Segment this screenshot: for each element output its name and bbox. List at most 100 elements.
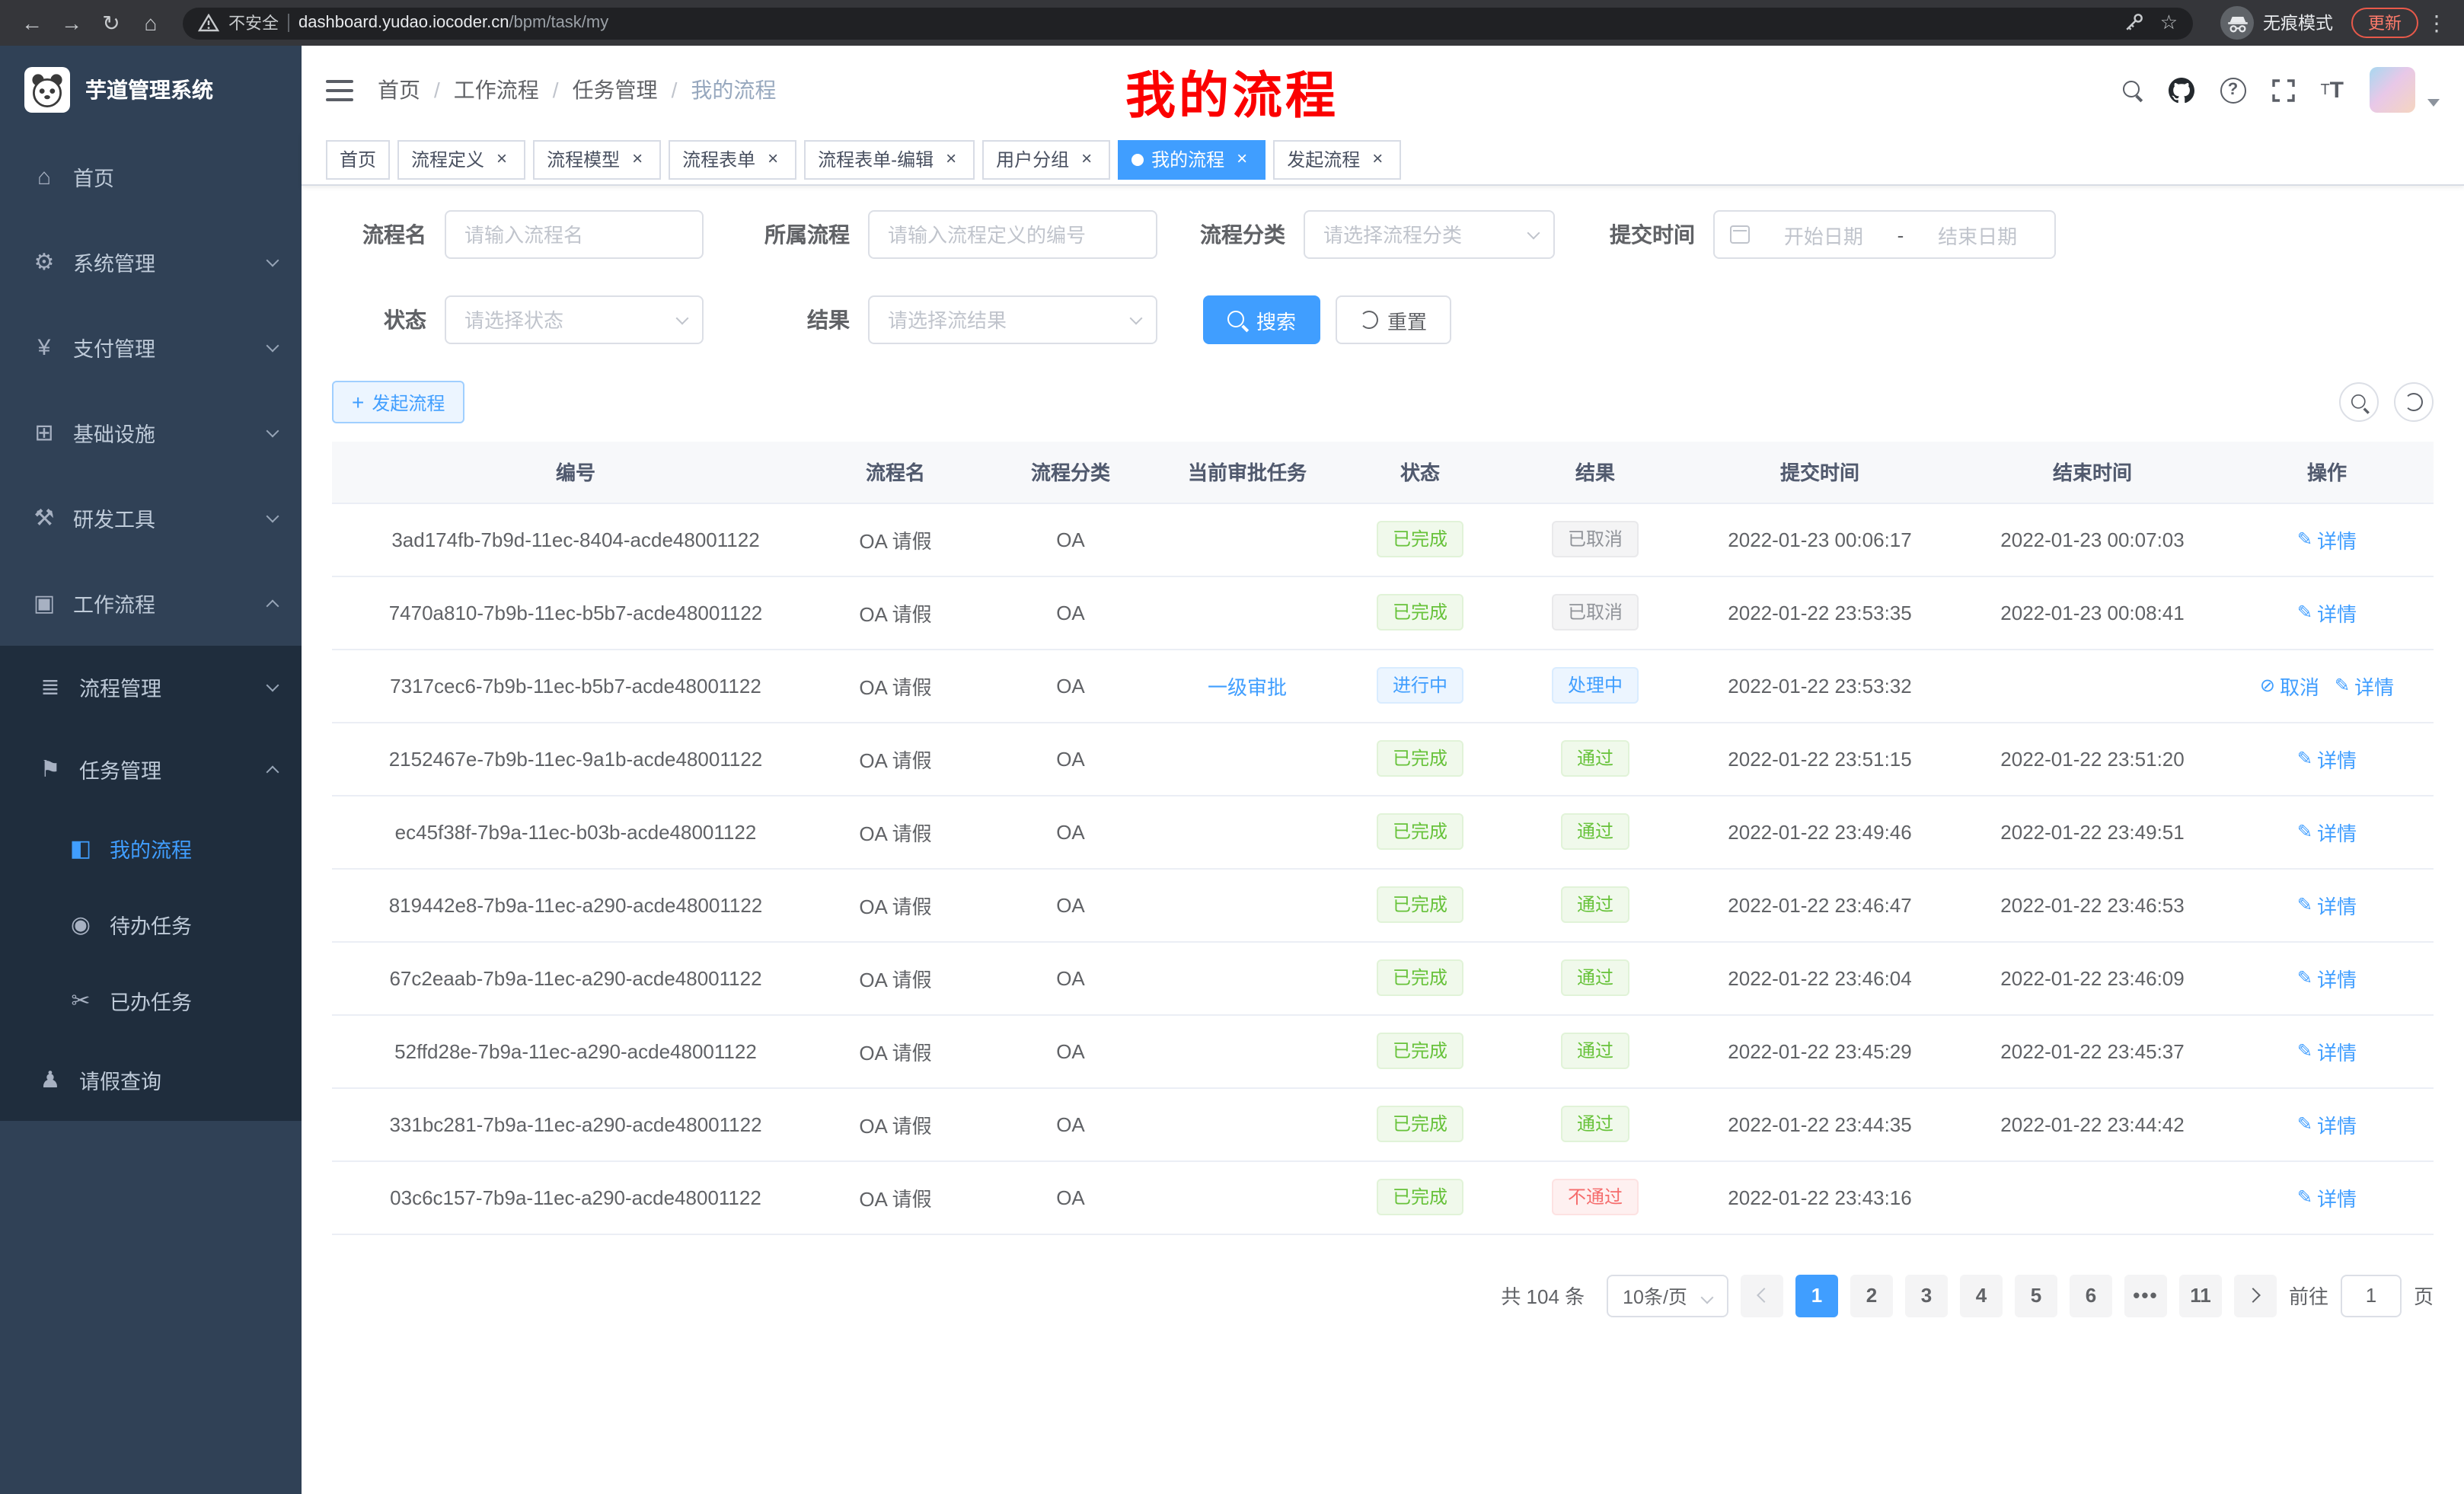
caret-down-icon[interactable] <box>2427 98 2440 106</box>
detail-button[interactable]: ✎详情 <box>2297 598 2357 627</box>
status-select-input[interactable] <box>445 295 704 344</box>
process-definition-input[interactable] <box>868 210 1157 259</box>
pagination-page-button[interactable]: 1 <box>1795 1274 1838 1317</box>
submit-time-range-picker[interactable]: 开始日期 - 结束日期 <box>1713 210 2056 259</box>
detail-button[interactable]: ✎详情 <box>2297 963 2357 992</box>
sidebar-item-done-task[interactable]: ✂已办任务 <box>0 962 302 1039</box>
detail-button[interactable]: ✎详情 <box>2297 1183 2357 1211</box>
pagination-page-button[interactable]: 6 <box>2070 1274 2112 1317</box>
tab-item[interactable]: 流程表单× <box>669 139 796 179</box>
pagination-page-button[interactable]: 5 <box>2015 1274 2057 1317</box>
browser-forward-icon[interactable]: → <box>55 6 88 40</box>
filter-result-label: 结果 <box>734 305 850 335</box>
detail-button[interactable]: ✎详情 <box>2297 1109 2357 1138</box>
header-actions: ? TT <box>2122 67 2440 113</box>
refresh-table-icon[interactable] <box>2394 382 2434 422</box>
tab-item[interactable]: 流程表单-编辑× <box>804 139 975 179</box>
password-key-icon[interactable] <box>2124 12 2145 34</box>
category-select-input[interactable] <box>1304 210 1555 259</box>
category-select[interactable] <box>1304 210 1555 259</box>
tab-item[interactable]: 流程模型× <box>533 139 661 179</box>
detail-button[interactable]: ✎详情 <box>2297 1036 2357 1065</box>
process-name-input[interactable] <box>445 210 704 259</box>
cell-actions: ✎详情 <box>2220 941 2434 1014</box>
address-bar[interactable]: 不安全 dashboard.yudao.iocoder.cn/bpm/task/… <box>183 7 2193 39</box>
pagination-page-button[interactable]: 4 <box>1960 1274 2003 1317</box>
sidebar-item-task-manage[interactable]: ⚑任务管理 <box>0 728 302 810</box>
pagination-more-button[interactable]: ••• <box>2124 1274 2167 1317</box>
sidebar-item-my-process[interactable]: ◧我的流程 <box>0 810 302 886</box>
collapse-sidebar-icon[interactable] <box>326 78 353 101</box>
tab-item[interactable]: 我的流程× <box>1118 139 1266 179</box>
sidebar-item-process-manage[interactable]: ≣流程管理 <box>0 646 302 728</box>
cancel-button[interactable]: ⊘取消 <box>2260 671 2319 700</box>
font-size-icon[interactable]: TT <box>2320 77 2344 103</box>
detail-icon: ✎ <box>2297 528 2312 550</box>
github-icon[interactable] <box>2168 77 2194 103</box>
result-select-input[interactable] <box>868 295 1157 344</box>
close-tab-icon[interactable]: × <box>1368 149 1387 169</box>
page-size-select[interactable]: 10条/页 <box>1606 1274 1728 1317</box>
breadcrumb-item[interactable]: 首页 <box>378 75 420 105</box>
browser-menu-icon[interactable]: ⋮ <box>2424 10 2449 36</box>
create-process-button[interactable]: + 发起流程 <box>332 381 464 423</box>
reset-button[interactable]: 重置 <box>1336 295 1451 344</box>
action-label: 详情 <box>2317 817 2357 846</box>
detail-button[interactable]: ✎详情 <box>2297 890 2357 919</box>
browser-reload-icon[interactable]: ↻ <box>94 6 128 40</box>
sidebar-item-todo-task[interactable]: ◉待办任务 <box>0 886 302 962</box>
tab-item[interactable]: 发起流程× <box>1273 139 1401 179</box>
browser-update-button[interactable]: 更新 <box>2351 8 2418 38</box>
tab-item[interactable]: 用户分组× <box>982 139 1110 179</box>
pagination-page-button[interactable]: 2 <box>1850 1274 1893 1317</box>
avatar[interactable] <box>2370 67 2415 113</box>
sidebar-item-home[interactable]: ⌂首页 <box>0 134 302 219</box>
sidebar-item-label: 待办任务 <box>110 909 277 940</box>
sidebar-item-leave-query[interactable]: ♟请假查询 <box>0 1039 302 1121</box>
chevron-down-icon <box>1700 1291 1713 1304</box>
sidebar-item-devtools[interactable]: ⚒研发工具 <box>0 475 302 560</box>
toggle-search-icon[interactable] <box>2339 382 2379 422</box>
search-button[interactable]: 搜索 <box>1203 295 1320 344</box>
pagination-next-button[interactable] <box>2234 1274 2277 1317</box>
breadcrumb-item[interactable]: 任务管理 <box>573 75 658 105</box>
result-tag: 通过 <box>1562 813 1629 850</box>
detail-button[interactable]: ✎详情 <box>2335 671 2394 700</box>
detail-button[interactable]: ✎详情 <box>2297 744 2357 773</box>
pagination-page-button[interactable]: 3 <box>1905 1274 1948 1317</box>
result-tag: 通过 <box>1562 959 1629 996</box>
app-logo[interactable]: 芋道管理系统 <box>0 46 302 134</box>
close-tab-icon[interactable]: × <box>627 149 647 169</box>
task-link[interactable]: 一级审批 <box>1208 675 1287 698</box>
detail-button[interactable]: ✎详情 <box>2297 817 2357 846</box>
tab-item[interactable]: 流程定义× <box>397 139 525 179</box>
sidebar-item-payment[interactable]: ¥支付管理 <box>0 305 302 390</box>
status-select[interactable] <box>445 295 704 344</box>
sidebar-item-workflow[interactable]: ▣工作流程 <box>0 560 302 646</box>
close-tab-icon[interactable]: × <box>1077 149 1096 169</box>
browser-toolbar: ← → ↻ ⌂ 不安全 dashboard.yudao.iocoder.cn/b… <box>0 0 2464 46</box>
detail-button[interactable]: ✎详情 <box>2297 525 2357 554</box>
result-select[interactable] <box>868 295 1157 344</box>
filter-status-label: 状态 <box>332 305 426 335</box>
result-tag: 不通过 <box>1553 1179 1638 1215</box>
pagination-prev-button[interactable] <box>1741 1274 1783 1317</box>
sidebar-item-infrastructure[interactable]: ⊞基础设施 <box>0 390 302 475</box>
browser-home-icon[interactable]: ⌂ <box>134 6 168 40</box>
sidebar-item-system[interactable]: ⚙系统管理 <box>0 219 302 305</box>
pagination-page-button[interactable]: 11 <box>2179 1274 2222 1317</box>
close-tab-icon[interactable]: × <box>763 149 783 169</box>
close-tab-icon[interactable]: × <box>1232 149 1252 169</box>
tab-item[interactable]: 首页 <box>326 139 390 179</box>
bookmark-star-icon[interactable]: ☆ <box>2160 11 2178 35</box>
help-icon[interactable]: ? <box>2220 77 2245 103</box>
goto-page-input[interactable] <box>2341 1274 2402 1317</box>
close-tab-icon[interactable]: × <box>941 149 961 169</box>
browser-back-icon[interactable]: ← <box>15 6 49 40</box>
search-icon[interactable] <box>2122 80 2142 100</box>
breadcrumb-item[interactable]: 工作流程 <box>454 75 539 105</box>
fullscreen-icon[interactable] <box>2271 78 2294 101</box>
filter-name-label: 流程名 <box>332 219 426 250</box>
close-tab-icon[interactable]: × <box>492 149 512 169</box>
gear-icon: ⚙ <box>30 248 58 276</box>
